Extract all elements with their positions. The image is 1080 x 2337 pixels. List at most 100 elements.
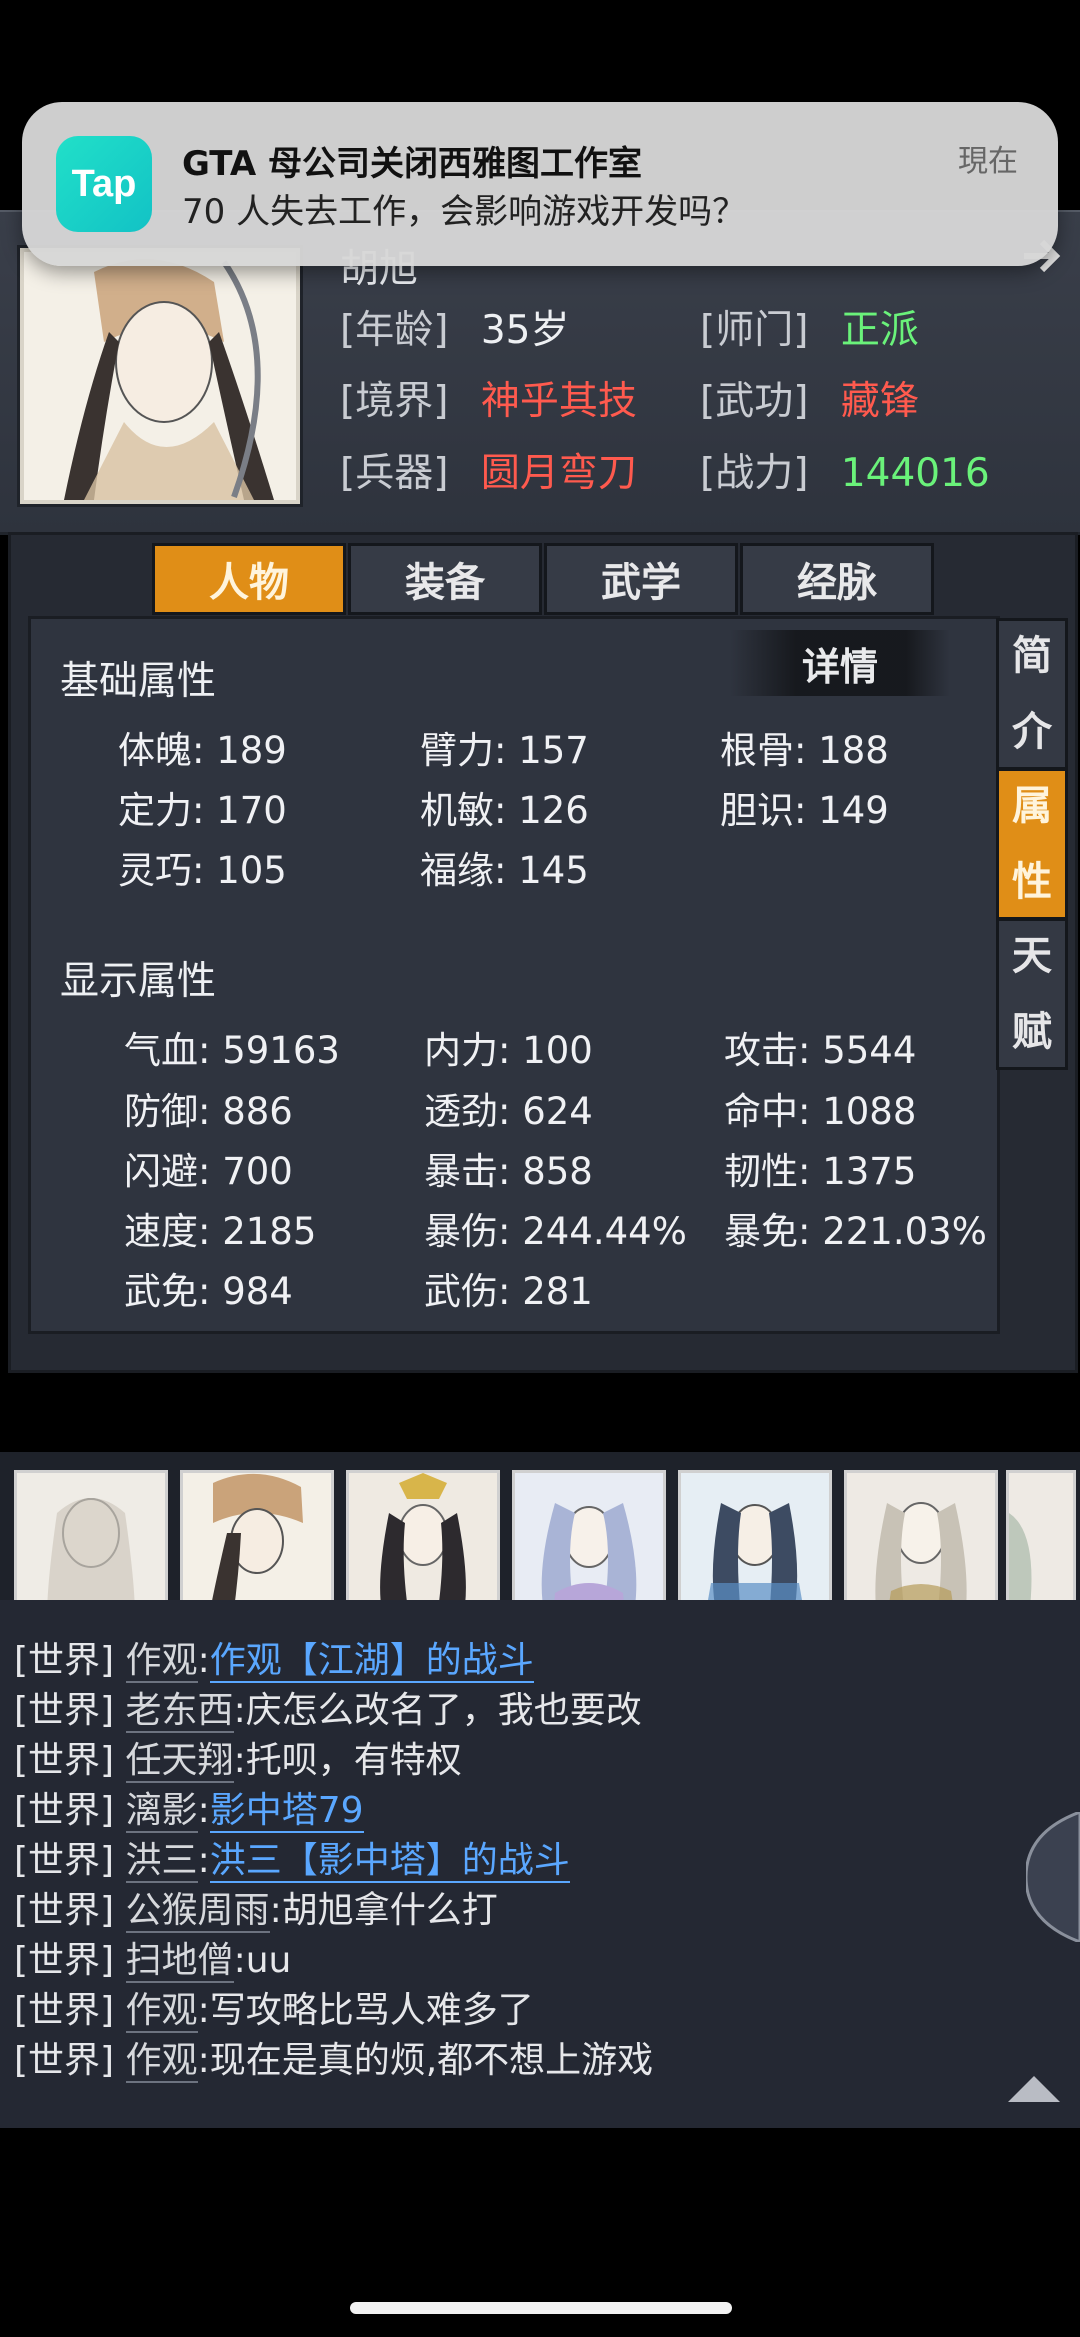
notification-body: 70 人失去工作，会影响游戏开发吗？ bbox=[182, 192, 747, 232]
chat-separator: : bbox=[233, 1690, 246, 1731]
chat-message: 庆怎么改名了，我也要改 bbox=[245, 1690, 642, 1731]
chat-user-name[interactable]: 洪三 bbox=[125, 1840, 198, 1883]
chat-channel-tag: [世界] bbox=[14, 1690, 115, 1731]
chat-channel-tag: [世界] bbox=[14, 1640, 115, 1681]
avatar[interactable] bbox=[1006, 1470, 1076, 1620]
chat-battle-link[interactable]: 作观【江湖】的战斗 bbox=[209, 1640, 534, 1683]
stat-composure: 定力: 170 bbox=[118, 789, 287, 832]
chat-battle-link[interactable]: 影中塔79 bbox=[209, 1790, 364, 1833]
chat-separator: : bbox=[269, 1890, 282, 1931]
chat-user-name[interactable]: 作观 bbox=[125, 2040, 198, 2083]
sect-value: 正派 bbox=[840, 308, 919, 353]
stat-physique: 体魄: 189 bbox=[118, 729, 287, 772]
home-indicator[interactable] bbox=[350, 2302, 732, 2314]
stat-defense: 防御: 886 bbox=[124, 1090, 293, 1133]
chat-line: [世界] 漓影:影中塔79 bbox=[14, 1786, 364, 1836]
age-value: 35岁 bbox=[480, 308, 570, 353]
avatar[interactable] bbox=[512, 1470, 666, 1620]
realm-label: [境界] bbox=[340, 379, 449, 424]
stat-martial-resist: 武免: 984 bbox=[124, 1270, 293, 1313]
side-tab-talent-char-2: 赋 bbox=[1012, 1009, 1052, 1055]
chat-line: [世界] 扫地僧:uu bbox=[14, 1936, 291, 1986]
avatar[interactable] bbox=[678, 1470, 832, 1620]
notification-time: 現在 bbox=[958, 144, 1018, 179]
chat-line: [世界] 公猴周雨:胡旭拿什么打 bbox=[14, 1886, 498, 1936]
chat-message: uu bbox=[245, 1940, 292, 1981]
side-tab-attributes[interactable]: 属 性 bbox=[996, 768, 1068, 920]
avatar[interactable] bbox=[14, 1470, 168, 1620]
chat-channel-tag: [世界] bbox=[14, 2040, 115, 2081]
side-tab-intro[interactable]: 简 介 bbox=[996, 618, 1068, 770]
chat-channel-tag: [世界] bbox=[14, 1790, 115, 1831]
weapon-row: [兵器] 圆月弯刀 bbox=[340, 448, 637, 500]
tab-martial-arts[interactable]: 武学 bbox=[544, 543, 738, 615]
push-notification[interactable]: Tap GTA 母公司关闭西雅图工作室 70 人失去工作，会影响游戏开发吗？ 現… bbox=[22, 102, 1058, 266]
chat-channel-tag: [世界] bbox=[14, 1940, 115, 1981]
skill-label: [武功] bbox=[700, 379, 809, 424]
stat-courage: 胆识: 149 bbox=[720, 789, 889, 832]
chat-user-name[interactable]: 作观 bbox=[125, 1990, 198, 2033]
chat-battle-link[interactable]: 洪三【影中塔】的战斗 bbox=[209, 1840, 570, 1883]
chat-channel-tag: [世界] bbox=[14, 1990, 115, 2031]
chat-user-name[interactable]: 扫地僧 bbox=[125, 1940, 234, 1983]
side-tab-attributes-char-2: 性 bbox=[1012, 859, 1052, 905]
side-tab-intro-char-1: 简 bbox=[1012, 633, 1052, 679]
chat-line: [世界] 作观:写攻略比骂人难多了 bbox=[14, 1986, 534, 2036]
side-tab-talent[interactable]: 天 赋 bbox=[996, 918, 1068, 1070]
tab-equipment[interactable]: 装备 bbox=[348, 543, 542, 615]
realm-value: 神乎其技 bbox=[480, 379, 637, 424]
stat-agility: 机敏: 126 bbox=[420, 789, 589, 832]
stat-penetration: 透劲: 624 bbox=[424, 1090, 593, 1133]
tab-character[interactable]: 人物 bbox=[152, 543, 346, 615]
chat-line: [世界] 老东西:庆怎么改名了，我也要改 bbox=[14, 1686, 642, 1736]
collapse-chevron-up-icon[interactable] bbox=[1004, 2068, 1064, 2108]
chat-message: 写攻略比骂人难多了 bbox=[209, 1990, 534, 2031]
details-button[interactable]: 详情 bbox=[730, 630, 950, 696]
notification-title: GTA 母公司关闭西雅图工作室 bbox=[182, 144, 643, 184]
avatar[interactable] bbox=[844, 1470, 998, 1620]
sect-label: [师门] bbox=[700, 308, 809, 353]
chat-user-name[interactable]: 老东西 bbox=[125, 1690, 234, 1733]
chat-user-name[interactable]: 漓影 bbox=[125, 1790, 198, 1833]
chat-line: [世界] 作观:作观【江湖】的战斗 bbox=[14, 1636, 534, 1686]
tab-meridians[interactable]: 经脉 bbox=[740, 543, 934, 615]
skill-row: [武功] 藏锋 bbox=[700, 376, 919, 428]
weapon-value: 圆月弯刀 bbox=[480, 451, 637, 496]
chat-line: [世界] 作观:现在是真的烦,都不想上游戏 bbox=[14, 2036, 653, 2086]
tap-app-icon: Tap bbox=[56, 136, 152, 232]
stat-dodge: 闪避: 700 bbox=[124, 1150, 293, 1193]
power-value: 144016 bbox=[840, 451, 990, 496]
stat-speed: 速度: 2185 bbox=[124, 1210, 317, 1253]
chat-channel-tag: [世界] bbox=[14, 1890, 115, 1931]
stat-martial-damage: 武伤: 281 bbox=[424, 1270, 593, 1313]
stat-internal-power: 内力: 100 bbox=[424, 1029, 593, 1072]
skill-value: 藏锋 bbox=[840, 379, 919, 424]
chat-separator: : bbox=[233, 1940, 246, 1981]
chat-separator: : bbox=[197, 1640, 210, 1681]
avatar[interactable] bbox=[346, 1470, 500, 1620]
side-menu-handle[interactable] bbox=[1024, 1810, 1080, 1944]
stat-hp: 气血: 59163 bbox=[124, 1029, 340, 1072]
chat-separator: : bbox=[197, 1840, 210, 1881]
weapon-label: [兵器] bbox=[340, 451, 449, 496]
age-row: [年龄] 35岁 bbox=[340, 305, 569, 357]
stat-root-bone: 根骨: 188 bbox=[720, 729, 889, 772]
stat-accuracy: 命中: 1088 bbox=[724, 1090, 917, 1133]
side-tab-talent-char-1: 天 bbox=[1012, 933, 1052, 979]
stat-crit-resist: 暴免: 221.03% bbox=[724, 1210, 987, 1253]
power-label: [战力] bbox=[700, 451, 809, 496]
stat-fortune: 福缘: 145 bbox=[420, 849, 589, 892]
basic-attributes-title: 基础属性 bbox=[60, 659, 217, 704]
stat-arm-strength: 臂力: 157 bbox=[420, 729, 589, 772]
chat-user-name[interactable]: 作观 bbox=[125, 1640, 198, 1683]
power-row: [战力] 144016 bbox=[700, 448, 990, 500]
chat-user-name[interactable]: 公猴周雨 bbox=[125, 1890, 270, 1933]
side-tab-intro-char-2: 介 bbox=[1012, 709, 1052, 755]
stat-dexterity: 灵巧: 105 bbox=[118, 849, 287, 892]
chat-message: 现在是真的烦,都不想上游戏 bbox=[209, 2040, 654, 2081]
character-portrait[interactable] bbox=[20, 248, 300, 504]
avatar[interactable] bbox=[180, 1470, 334, 1620]
stat-toughness: 韧性: 1375 bbox=[724, 1150, 917, 1193]
chat-user-name[interactable]: 任天翔 bbox=[125, 1740, 234, 1783]
chat-channel-tag: [世界] bbox=[14, 1840, 115, 1881]
